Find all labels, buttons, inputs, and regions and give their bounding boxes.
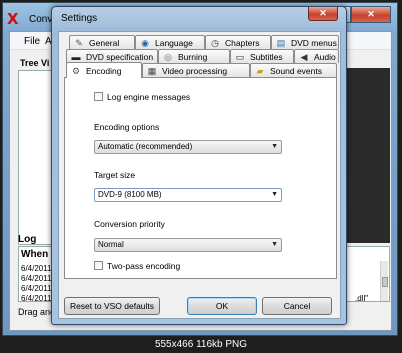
log-row: 6/4/2011: [21, 294, 52, 303]
log-engine-checkbox[interactable]: [94, 92, 103, 101]
menu-file[interactable]: File: [24, 36, 40, 47]
tab-encoding[interactable]: ⚙ Encoding: [66, 62, 142, 78]
tab-sound-events[interactable]: ▰ Sound events: [250, 63, 337, 77]
tab-language[interactable]: ◉ Language: [135, 35, 205, 49]
two-pass-checkbox[interactable]: [94, 261, 103, 270]
encoding-panel: Log engine messages Encoding options Aut…: [64, 77, 337, 279]
tab-label: DVD specification: [86, 51, 154, 62]
dialog-close-button[interactable]: ✕: [308, 7, 338, 21]
conversion-priority-label: Conversion priority: [94, 219, 165, 229]
tab-label: Video processing: [162, 65, 228, 76]
log-label: Log: [18, 234, 37, 245]
tab-label: Burning: [178, 51, 208, 62]
app-close-button[interactable]: ✕: [351, 6, 391, 23]
tab-dvd-menus[interactable]: ▤ DVD menus: [271, 35, 339, 49]
tab-label: Audio: [314, 51, 336, 62]
folder-icon: ▰: [256, 65, 264, 76]
menu-icon: ▤: [276, 37, 286, 48]
encoding-options-select[interactable]: Automatic (recommended) ▼: [94, 140, 282, 154]
tab-label: Language: [155, 37, 193, 48]
log-column-when[interactable]: When: [21, 249, 48, 260]
tab-label: Subtitles: [250, 51, 283, 62]
subtitles-icon: ▭: [235, 51, 245, 62]
target-size-select[interactable]: DVD-9 (8100 MB) ▼: [94, 188, 282, 202]
conversion-priority-value: Normal: [98, 240, 124, 249]
two-pass-label: Two-pass encoding: [107, 261, 181, 271]
target-size-label: Target size: [94, 170, 136, 180]
tab-dvd-specification[interactable]: ▬ DVD specification: [66, 49, 158, 63]
tab-burning[interactable]: ◎ Burning: [158, 49, 230, 63]
tab-label: Sound events: [270, 65, 322, 76]
speaker-icon: ◀: [300, 51, 308, 62]
target-size-value: DVD-9 (8100 MB): [98, 190, 162, 199]
log-engine-label: Log engine messages: [107, 92, 191, 102]
disc-icon: ◎: [164, 51, 172, 62]
dvd-icon: ▬: [71, 51, 81, 62]
gear-icon: ⚙: [71, 65, 81, 76]
app-logo-icon: X: [7, 10, 19, 28]
globe-icon: ◉: [141, 37, 149, 48]
preview-area: [340, 68, 390, 243]
tab-subtitles[interactable]: ▭ Subtitles: [230, 49, 294, 63]
tree-view-label: Tree Vi: [20, 58, 50, 68]
tab-label: DVD menus: [291, 37, 337, 48]
tab-video-processing[interactable]: ▦ Video processing: [142, 63, 250, 77]
film-icon: ▦: [147, 65, 157, 76]
log-scrollbar[interactable]: [380, 261, 388, 301]
clock-icon: ◷: [211, 37, 219, 48]
log-row-tail: .dll": [355, 294, 369, 303]
wrench-icon: ✎: [75, 37, 83, 48]
tab-label: Encoding: [86, 65, 122, 76]
dialog-body: ✎ General ◉ Language ◷ Chapters ▤ DVD me…: [58, 31, 341, 319]
chevron-down-icon: ▼: [271, 191, 278, 198]
log-row: 6/4/2011: [21, 274, 52, 283]
app-title: Conv: [29, 14, 53, 25]
log-row: 6/4/2011: [21, 264, 52, 273]
scrollbar-thumb[interactable]: [382, 277, 388, 287]
encoding-options-label: Encoding options: [94, 122, 160, 132]
settings-dialog: Settings ✕ ✎ General ◉ Language ◷ Chapte…: [51, 6, 347, 325]
tab-label: General: [89, 37, 120, 48]
tab-chapters[interactable]: ◷ Chapters: [205, 35, 271, 49]
dialog-title: Settings: [61, 13, 98, 24]
ok-button[interactable]: OK: [187, 297, 257, 315]
cancel-button[interactable]: Cancel: [262, 297, 332, 315]
chevron-down-icon: ▼: [271, 143, 278, 150]
tab-general[interactable]: ✎ General: [69, 35, 135, 49]
conversion-priority-select[interactable]: Normal ▼: [94, 238, 282, 252]
log-row: 6/4/2011: [21, 284, 52, 293]
reset-defaults-button[interactable]: Reset to VSO defaults: [64, 297, 160, 315]
image-caption: 555x466 116kb PNG: [0, 337, 402, 353]
encoding-options-value: Automatic (recommended): [98, 142, 193, 151]
chevron-down-icon: ▼: [271, 241, 278, 248]
tab-label: Chapters: [225, 37, 260, 48]
tab-audio[interactable]: ◀ Audio: [294, 49, 339, 63]
